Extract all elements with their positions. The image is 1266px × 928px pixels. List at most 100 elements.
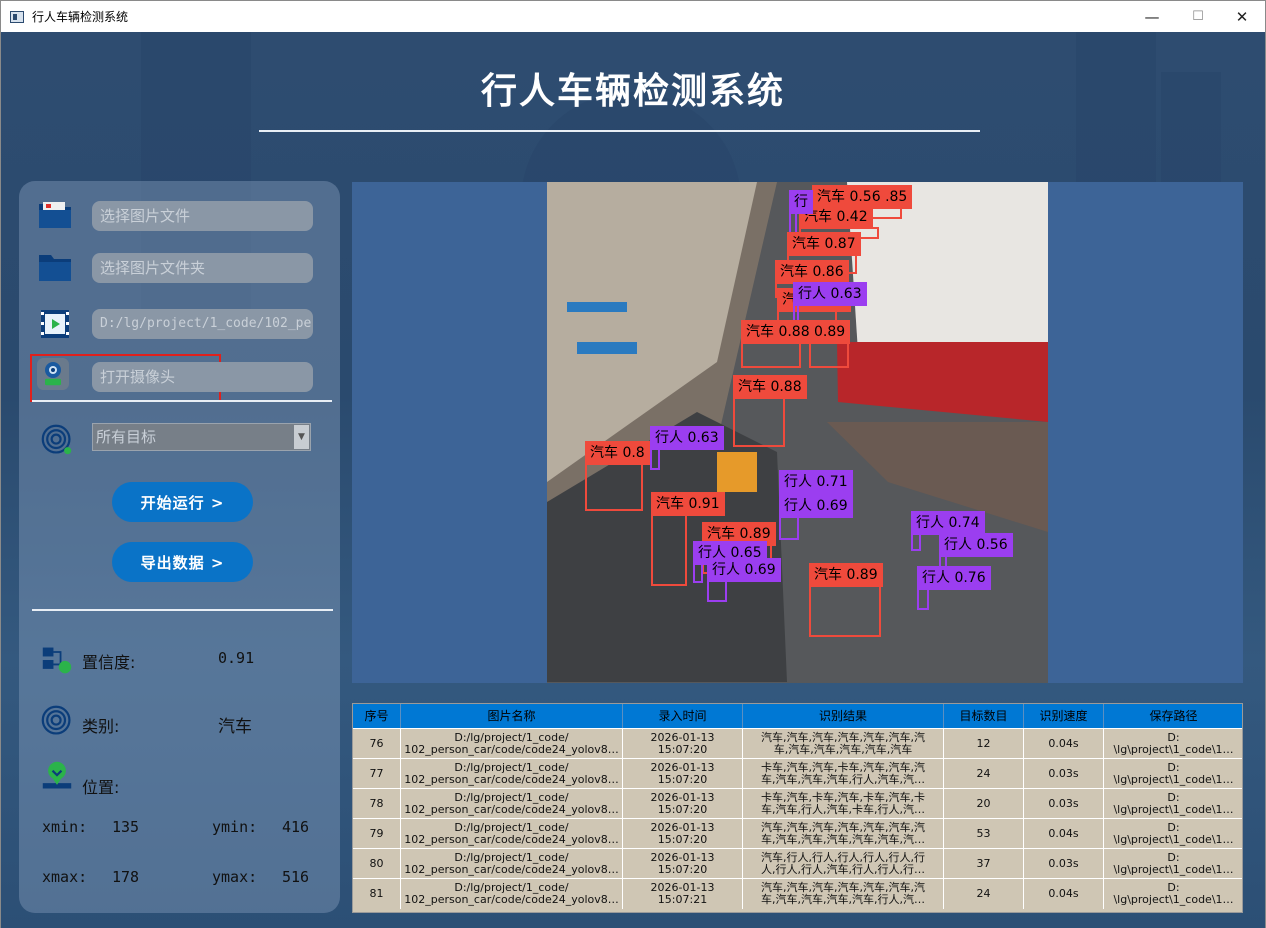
column-header[interactable]: 录入时间	[623, 704, 743, 728]
table-cell: 24	[944, 879, 1024, 909]
table-cell: D: \lg\project\1_code\1…	[1104, 819, 1242, 849]
minimize-button[interactable]: —	[1129, 1, 1175, 32]
table-cell: 77	[353, 759, 401, 789]
table-cell: D:/lg/project/1_code/ 102_person_car/cod…	[401, 819, 623, 849]
detection-label: 汽车 0.88	[741, 320, 815, 344]
table-cell: 2026-01-13 15:07:20	[623, 819, 743, 849]
ymin-value: 416	[282, 818, 310, 836]
confidence-value: 0.91	[218, 649, 255, 667]
ymin-label: ymin:	[212, 818, 258, 836]
detection-label: 行人 0.69	[707, 558, 781, 582]
table-cell: 79	[353, 819, 401, 849]
confidence-label: 置信度:	[82, 653, 136, 672]
table-cell: 0.04s	[1024, 819, 1104, 849]
detection-box: 汽车 0.88	[741, 320, 815, 368]
table-cell: D:/lg/project/1_code/ 102_person_car/cod…	[401, 729, 623, 759]
detection-label: 行	[789, 190, 813, 214]
table-row[interactable]: 77 D:/lg/project/1_code/ 102_person_car/c…	[353, 758, 1242, 789]
detection-label: 行人 0.56	[939, 533, 1013, 557]
section-divider	[32, 400, 332, 402]
column-header[interactable]: 识别结果	[743, 704, 944, 728]
table-cell: 汽车,汽车,汽车,汽车,汽车,汽车,汽 车,汽车,汽车,汽车,汽车,汽车,汽…	[743, 819, 944, 849]
column-header[interactable]: 序号	[353, 704, 401, 728]
table-cell: D: \lg\project\1_code\1…	[1104, 789, 1242, 819]
table-cell: 2026-01-13 15:07:20	[623, 759, 743, 789]
video-file-icon[interactable]	[39, 308, 75, 340]
table-cell: D:/lg/project/1_code/ 102_person_car/cod…	[401, 879, 623, 909]
ymax-label: ymax:	[212, 868, 258, 886]
table-cell: 汽车,行人,行人,行人,行人,行人,行 人,行人,行人,汽车,行人,行人,行…	[743, 849, 944, 879]
location-icon	[42, 761, 72, 789]
title-bar: 行人车辆检测系统 — ☐ ✕	[1, 1, 1265, 32]
main-area: 行人车辆检测系统 选择图片文件 选择图片文件夹 D:/lg/project/1_…	[1, 32, 1265, 928]
table-cell: 37	[944, 849, 1024, 879]
title-divider	[259, 130, 980, 132]
detection-image: 汽车 0.56 .85汽车 0.42行汽车 0.87汽车 0.86汽车 0.86…	[547, 182, 1048, 683]
xmax-value: 178	[112, 868, 140, 886]
table-cell: 76	[353, 729, 401, 759]
table-cell: 汽车,汽车,汽车,汽车,汽车,汽车,汽 车,汽车,汽车,汽车,汽车,行人,汽…	[743, 879, 944, 909]
category-label: 类别:	[82, 717, 120, 736]
column-header[interactable]: 图片名称	[401, 704, 623, 728]
detection-label: 汽车 0.8	[585, 441, 650, 465]
xmax-label: xmax:	[42, 868, 88, 886]
detection-box: 行人 0.74	[911, 511, 985, 551]
detection-label: 0.89	[809, 320, 851, 344]
table-cell: 0.03s	[1024, 789, 1104, 819]
close-button[interactable]: ✕	[1219, 1, 1265, 32]
table-cell: 卡车,汽车,汽车,卡车,汽车,汽车,汽 车,汽车,汽车,汽车,行人,汽车,汽…	[743, 759, 944, 789]
table-row[interactable]: 78 D:/lg/project/1_code/ 102_person_car/c…	[353, 788, 1242, 819]
detection-label: 行人 0.69	[779, 494, 853, 518]
column-header[interactable]: 识别速度	[1024, 704, 1104, 728]
detection-box: 行人 0.76	[917, 566, 991, 610]
detection-box: 行人 0.65	[693, 541, 767, 583]
folder-icon[interactable]	[37, 251, 73, 283]
target-select-value: 所有目标	[96, 428, 157, 446]
target-icon	[41, 424, 72, 455]
table-cell: 0.03s	[1024, 759, 1104, 789]
start-button[interactable]: 开始运行 >	[112, 482, 253, 522]
table-row[interactable]: 79 D:/lg/project/1_code/ 102_person_car/c…	[353, 818, 1242, 849]
table-row[interactable]: 76 D:/lg/project/1_code/ 102_person_car/c…	[353, 728, 1242, 759]
table-cell: 12	[944, 729, 1024, 759]
table-cell: 20	[944, 789, 1024, 819]
maximize-button[interactable]: ☐	[1175, 1, 1221, 32]
camera-icon[interactable]	[35, 358, 71, 390]
position-label: 位置:	[82, 778, 120, 797]
image-file-icon[interactable]	[37, 198, 73, 230]
table-cell: 24	[944, 759, 1024, 789]
chevron-down-icon[interactable]: ▼	[294, 425, 309, 449]
column-header[interactable]: 保存路径	[1104, 704, 1242, 728]
section-divider	[32, 609, 333, 611]
target-select[interactable]: 所有目标 ▼	[92, 423, 311, 451]
window-title: 行人车辆检测系统	[32, 10, 129, 24]
export-button[interactable]: 导出数据 >	[112, 542, 253, 582]
camera-input[interactable]: 打开摄像头	[92, 362, 313, 392]
table-cell: 0.04s	[1024, 729, 1104, 759]
image-file-input[interactable]: 选择图片文件	[92, 201, 313, 231]
table-cell: D: \lg\project\1_code\1…	[1104, 759, 1242, 789]
confidence-icon	[42, 647, 72, 674]
detection-label: 汽车 0.88	[733, 375, 807, 399]
detection-box: 汽车 0.88	[733, 375, 807, 447]
detection-box: 0.89	[809, 320, 851, 368]
table-cell: 2026-01-13 15:07:21	[623, 879, 743, 909]
page-title: 行人车辆检测系统	[480, 71, 785, 112]
table-cell: D: \lg\project\1_code\1…	[1104, 729, 1242, 759]
table-cell: 2026-01-13 15:07:20	[623, 789, 743, 819]
detection-label: 行人 0.71	[779, 470, 853, 494]
ymax-value: 516	[282, 868, 310, 886]
detection-box: 行人 0.69	[707, 558, 781, 602]
column-header[interactable]: 目标数目	[944, 704, 1024, 728]
table-row[interactable]: 80 D:/lg/project/1_code/ 102_person_car/c…	[353, 848, 1242, 879]
category-value: 汽车	[218, 717, 252, 737]
table-row[interactable]: 81 D:/lg/project/1_code/ 102_person_car/c…	[353, 878, 1242, 909]
image-folder-input[interactable]: 选择图片文件夹	[92, 253, 313, 283]
detection-box: 汽车 0.89	[809, 563, 883, 637]
detection-label: 行人 0.76	[917, 566, 991, 590]
detection-label: 行人 0.63	[793, 282, 867, 306]
results-table[interactable]: 序号 图片名称 录入时间 识别结果 目标数目 识别速度 保存路径 76 D:/lg/proje…	[352, 703, 1243, 913]
app-window: 行人车辆检测系统 — ☐ ✕ 行人车辆检测系统 选择图片文件 选择图片文件夹 D…	[0, 0, 1266, 928]
category-icon	[41, 705, 71, 735]
video-path-input[interactable]: D:/lg/project/1_code/102_pe	[92, 309, 313, 339]
